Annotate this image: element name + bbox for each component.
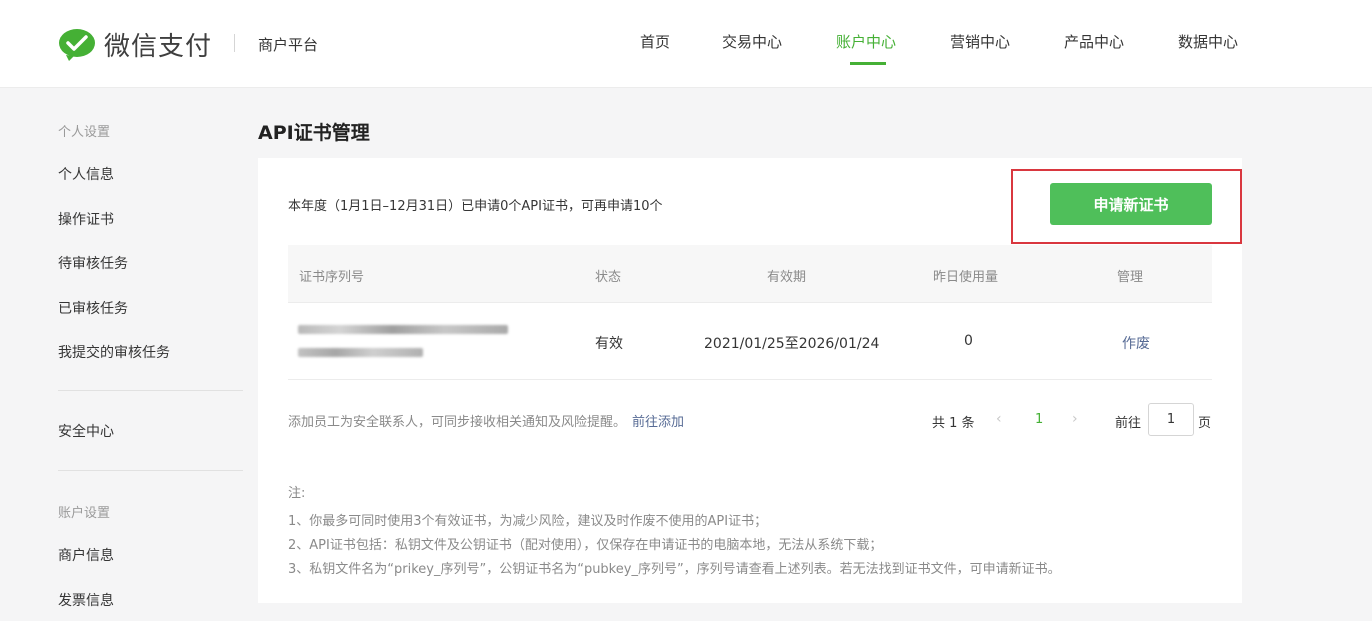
sidebar-item-operation-cert[interactable]: 操作证书 [58,209,114,229]
sidebar-divider [58,390,243,391]
goto-add-link[interactable]: 前往添加 [632,415,684,430]
security-contact-notice: 添加员工为安全联系人，可同步接收相关通知及风险提醒。 前往添加 [288,411,684,430]
nav-item-marketing[interactable]: 营销中心 [950,31,1010,52]
notice-text: 添加员工为安全联系人，可同步接收相关通知及风险提醒。 [288,415,627,430]
logo-divider [234,34,235,52]
wechat-pay-logo[interactable]: 微信支付 [58,26,212,63]
api-cert-card: 本年度（1月1日–12月31日）已申请0个API证书，可再申请10个 申请新证书… [258,158,1242,603]
sidebar-item-pending-review[interactable]: 待审核任务 [58,253,128,273]
brand-name: 微信支付 [104,32,213,62]
note-line-1: 1、你最多可同时使用3个有效证书，为减少风险，建议及时作废不使用的API证书； [288,514,768,529]
note-line-3: 3、私钥文件名为“prikey_序列号”，公钥证书名为“pubkey_序列号”，… [288,562,1061,577]
th-serial: 证书序列号 [299,270,365,285]
sidebar-item-merchant-info[interactable]: 商户信息 [58,545,114,565]
cert-status: 有效 [595,336,623,352]
sidebar-item-reviewed[interactable]: 已审核任务 [58,298,128,318]
table-row: 有效 2021/01/25至2026/01/24 0 作废 [288,302,1212,380]
sidebar-item-security[interactable]: 安全中心 [58,421,114,441]
sidebar-item-personal-info[interactable]: 个人信息 [58,164,114,184]
pagination-total: 共 1 条 [932,416,975,431]
nav-item-product[interactable]: 产品中心 [1064,31,1124,52]
notes-title: 注: [288,486,306,501]
pagination-goto-label: 前往 [1115,416,1142,431]
wechat-pay-logo-icon [59,28,95,61]
sidebar-item-invoice-info[interactable]: 发票信息 [58,590,114,610]
chevron-right-icon[interactable]: › [1072,411,1078,427]
nav-active-indicator [850,62,886,65]
th-status: 状态 [595,270,622,285]
nav-item-trade[interactable]: 交易中心 [722,31,782,52]
sidebar-group-personal: 个人设置 [58,125,111,140]
th-manage: 管理 [1117,270,1144,285]
pagination-current-page[interactable]: 1 [1035,412,1043,427]
apply-new-cert-button[interactable]: 申请新证书 [1050,183,1212,225]
top-header: 微信支付 商户平台 首页 交易中心 账户中心 营销中心 产品中心 数据中心 [0,0,1372,88]
platform-name: 商户平台 [258,36,319,54]
cert-validity: 2021/01/25至2026/01/24 [704,336,880,352]
nav-item-account[interactable]: 账户中心 [836,31,896,52]
table-header: 证书序列号 状态 有效期 昨日使用量 管理 [288,245,1212,302]
note-line-2: 2、API证书包括：私钥文件及公钥证书（配对使用），仅保存在申请证书的电脑本地，… [288,538,883,553]
pagination-page-input[interactable]: 1 [1148,403,1194,436]
sidebar-group-account: 账户设置 [58,506,111,521]
cert-usage: 0 [964,333,973,349]
th-validity: 有效期 [767,270,807,285]
sidebar-divider [58,470,243,471]
chevron-left-icon[interactable]: ‹ [996,411,1002,427]
serial-number-redacted [298,323,513,363]
sidebar-item-my-submitted[interactable]: 我提交的审核任务 [58,342,170,362]
page-title: API证书管理 [258,122,370,144]
revoke-link[interactable]: 作废 [1122,333,1150,353]
th-usage: 昨日使用量 [933,270,999,285]
nav-item-home[interactable]: 首页 [640,31,670,52]
nav-item-data[interactable]: 数据中心 [1178,31,1238,52]
cert-quota-summary: 本年度（1月1日–12月31日）已申请0个API证书，可再申请10个 [288,199,663,214]
pagination-page-unit: 页 [1198,416,1212,431]
